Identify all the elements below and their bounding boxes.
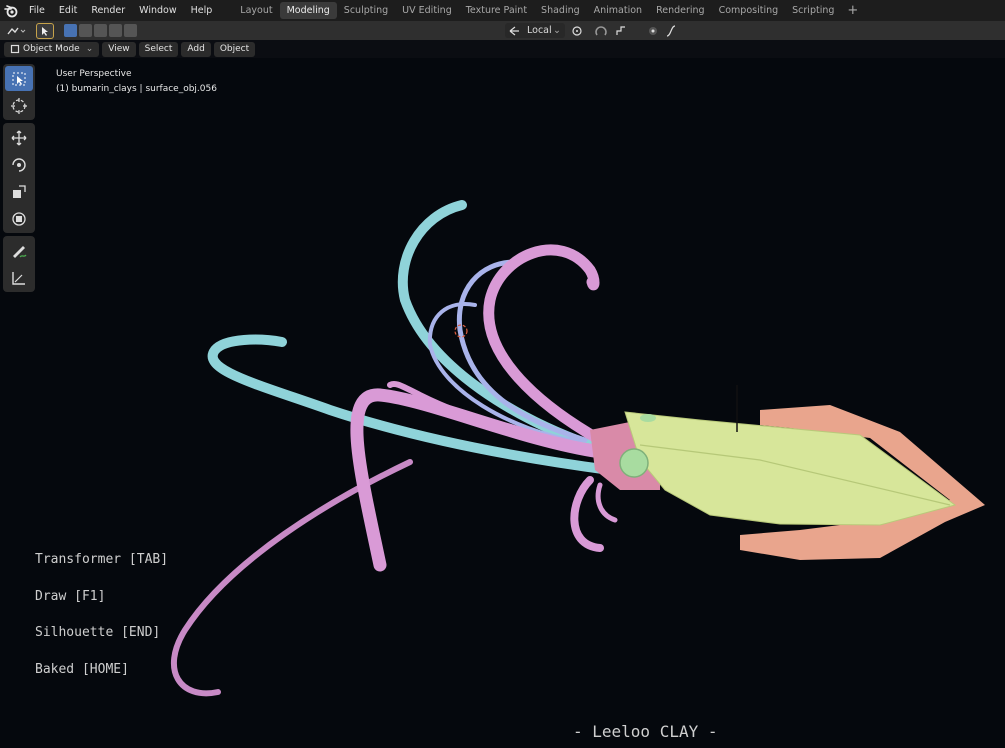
selection-modes xyxy=(64,24,137,37)
overlay-silhouette: Silhouette [END] xyxy=(35,625,161,640)
menu-window[interactable]: Window xyxy=(132,0,183,21)
scale-tool-icon[interactable] xyxy=(5,179,33,204)
tab-rendering[interactable]: Rendering xyxy=(649,2,712,19)
select-tool-icon[interactable] xyxy=(36,23,54,39)
add-workspace-icon[interactable]: + xyxy=(841,3,864,18)
watermark-label: - Leeloo CLAY - xyxy=(573,722,718,741)
viewport-info: User Perspective (1) bumarin_clays | sur… xyxy=(56,67,217,97)
overlay-baked: Baked [HOME] xyxy=(35,662,129,677)
move-tool-icon[interactable] xyxy=(5,125,33,150)
transform-orientation-dropdown[interactable]: Local ⌄ xyxy=(505,23,565,38)
tool-settings-header: Local ⌄ xyxy=(0,21,1005,40)
tab-animation[interactable]: Animation xyxy=(587,2,649,19)
object-menu[interactable]: Object xyxy=(213,41,256,57)
viewport-canvas[interactable] xyxy=(0,58,1005,748)
snap-icon[interactable] xyxy=(592,23,610,38)
falloff-icon[interactable] xyxy=(666,23,684,38)
header-toggles xyxy=(570,23,684,38)
view-menu[interactable]: View xyxy=(102,41,136,57)
select-extend-icon[interactable] xyxy=(79,24,92,37)
viewport-header: Object Mode ⌄ View Select Add Object xyxy=(0,40,1005,58)
menu-edit[interactable]: Edit xyxy=(52,0,84,21)
chevron-down-icon: ⌄ xyxy=(85,43,94,54)
workspace-tabs: Layout Modeling Sculpting UV Editing Tex… xyxy=(233,0,864,21)
tentacle-pink-long xyxy=(171,459,413,697)
menu-render[interactable]: Render xyxy=(84,0,132,21)
select-menu[interactable]: Select xyxy=(138,41,179,57)
proportional-edit-icon[interactable] xyxy=(644,23,662,38)
tab-uv-editing[interactable]: UV Editing xyxy=(395,2,459,19)
tentacle-pink-arc xyxy=(483,244,606,446)
top-menu-bar: File Edit Render Window Help Layout Mode… xyxy=(0,0,1005,21)
tab-sculpting[interactable]: Sculpting xyxy=(337,2,395,19)
toolbar-group-annotate xyxy=(3,236,35,292)
squid-mantle xyxy=(624,411,957,526)
select-invert-icon[interactable] xyxy=(109,24,122,37)
object-mode-dropdown[interactable]: Object Mode ⌄ xyxy=(4,41,100,57)
menu-file[interactable]: File xyxy=(22,0,52,21)
chevron-down-icon: ⌄ xyxy=(553,25,561,36)
toolbar-group-transform xyxy=(3,123,35,233)
object-mode-icon xyxy=(10,44,20,54)
menu-help[interactable]: Help xyxy=(184,0,220,21)
select-new-icon[interactable] xyxy=(64,24,77,37)
toolbar-group-select xyxy=(3,64,35,120)
orientation-value: Local xyxy=(527,25,552,36)
squid-eye xyxy=(619,448,649,478)
left-toolbar xyxy=(3,64,35,295)
active-object-label: (1) bumarin_clays | surface_obj.056 xyxy=(56,84,217,94)
blender-logo-icon[interactable] xyxy=(0,0,22,21)
tab-texture-paint[interactable]: Texture Paint xyxy=(459,2,534,19)
pivot-point-icon[interactable] xyxy=(570,23,588,38)
tab-layout[interactable]: Layout xyxy=(233,2,279,19)
transform-tool-icon[interactable] xyxy=(5,206,33,231)
editor-type-icon[interactable] xyxy=(4,23,28,38)
object-mode-label: Object Mode xyxy=(23,43,80,54)
overlay-draw: Draw [F1] xyxy=(35,589,106,604)
measure-tool-icon[interactable] xyxy=(5,265,33,290)
tab-scripting[interactable]: Scripting xyxy=(785,2,841,19)
overlay-transformer: Transformer [TAB] xyxy=(35,552,169,567)
view-perspective-label: User Perspective xyxy=(56,69,132,79)
snap-target-icon[interactable] xyxy=(614,23,632,38)
select-intersect-icon[interactable] xyxy=(124,24,137,37)
tentacle-pink-tiny xyxy=(595,482,618,523)
tab-shading[interactable]: Shading xyxy=(534,2,587,19)
add-menu[interactable]: Add xyxy=(181,41,211,57)
orientation-icon xyxy=(509,26,519,35)
squid-eye-far xyxy=(640,414,656,422)
tab-modeling[interactable]: Modeling xyxy=(279,2,337,19)
annotate-tool-icon[interactable] xyxy=(5,238,33,263)
tab-compositing[interactable]: Compositing xyxy=(712,2,786,19)
rotate-tool-icon[interactable] xyxy=(5,152,33,177)
cursor-tool-icon[interactable] xyxy=(5,93,33,118)
select-box-tool-icon[interactable] xyxy=(5,66,33,91)
select-subtract-icon[interactable] xyxy=(94,24,107,37)
